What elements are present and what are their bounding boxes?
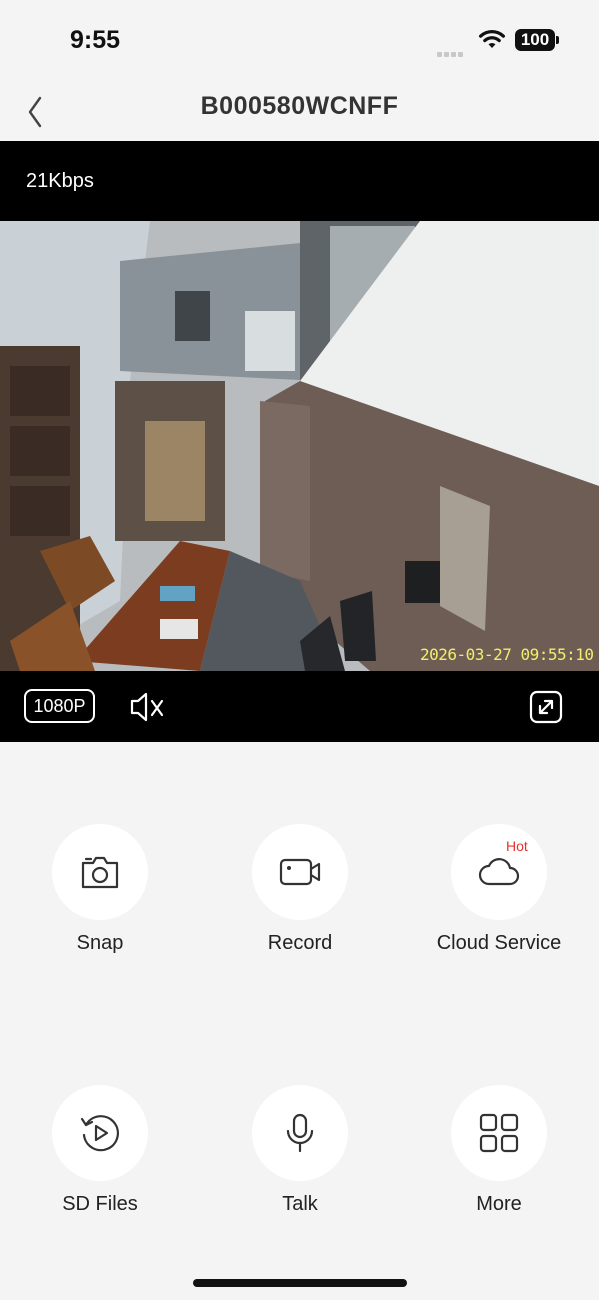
action-grid: Snap Record Cloud Service SD Files Talk … bbox=[0, 742, 599, 1262]
fullscreen-button[interactable] bbox=[528, 689, 564, 725]
cloud-icon bbox=[478, 858, 520, 886]
camera-live-feed[interactable]: 2026-03-27 09:55:10 bbox=[0, 221, 599, 671]
sd-files-label: SD Files bbox=[62, 1193, 138, 1215]
cloud-service-label: Cloud Service bbox=[436, 932, 562, 954]
nav-bar: B000580WCNFF bbox=[0, 80, 599, 140]
speaker-muted-icon bbox=[130, 692, 164, 722]
page-title: B000580WCNFF bbox=[200, 92, 399, 120]
cellular-signal-icon bbox=[437, 44, 467, 57]
microphone-icon bbox=[286, 1113, 314, 1153]
status-bar: 9:55 100 bbox=[0, 0, 599, 80]
more-action[interactable]: More bbox=[399, 1003, 599, 1215]
sd-files-action[interactable]: SD Files bbox=[0, 1003, 200, 1215]
hot-badge: Hot bbox=[506, 838, 528, 854]
cloud-service-button[interactable] bbox=[451, 824, 547, 920]
cloud-service-action[interactable]: Cloud Service bbox=[399, 742, 599, 954]
record-button[interactable] bbox=[252, 824, 348, 920]
video-camera-icon bbox=[279, 858, 321, 886]
resolution-button[interactable]: 1080P bbox=[24, 689, 95, 723]
snap-action[interactable]: Snap bbox=[0, 742, 200, 954]
more-label: More bbox=[476, 1193, 522, 1215]
talk-button[interactable] bbox=[252, 1085, 348, 1181]
home-indicator bbox=[193, 1279, 407, 1287]
mute-button[interactable] bbox=[128, 689, 168, 725]
camera-icon bbox=[81, 856, 119, 889]
snap-button[interactable] bbox=[52, 824, 148, 920]
wifi-icon bbox=[479, 30, 505, 48]
more-button[interactable] bbox=[451, 1085, 547, 1181]
talk-action[interactable]: Talk bbox=[200, 1003, 400, 1215]
status-time: 9:55 bbox=[70, 26, 121, 54]
battery-level: 100 bbox=[515, 29, 555, 51]
osd-timestamp: 2026-03-27 09:55:10 bbox=[420, 645, 594, 664]
sd-files-button[interactable] bbox=[52, 1085, 148, 1181]
player-controls: 1080P bbox=[0, 671, 599, 742]
talk-label: Talk bbox=[282, 1193, 318, 1215]
video-player: 21Kbps 2026-03-27 09:55:10 1080P bbox=[0, 141, 599, 742]
record-label: Record bbox=[267, 932, 333, 954]
replay-icon bbox=[80, 1115, 119, 1152]
bitrate-readout: 21Kbps bbox=[26, 170, 94, 192]
camera-scene-image bbox=[0, 221, 599, 671]
snap-label: Snap bbox=[76, 932, 124, 954]
fullscreen-icon bbox=[529, 690, 563, 724]
record-action[interactable]: Record bbox=[200, 742, 400, 954]
battery-icon: 100 bbox=[515, 29, 559, 51]
grid-icon bbox=[479, 1113, 519, 1153]
